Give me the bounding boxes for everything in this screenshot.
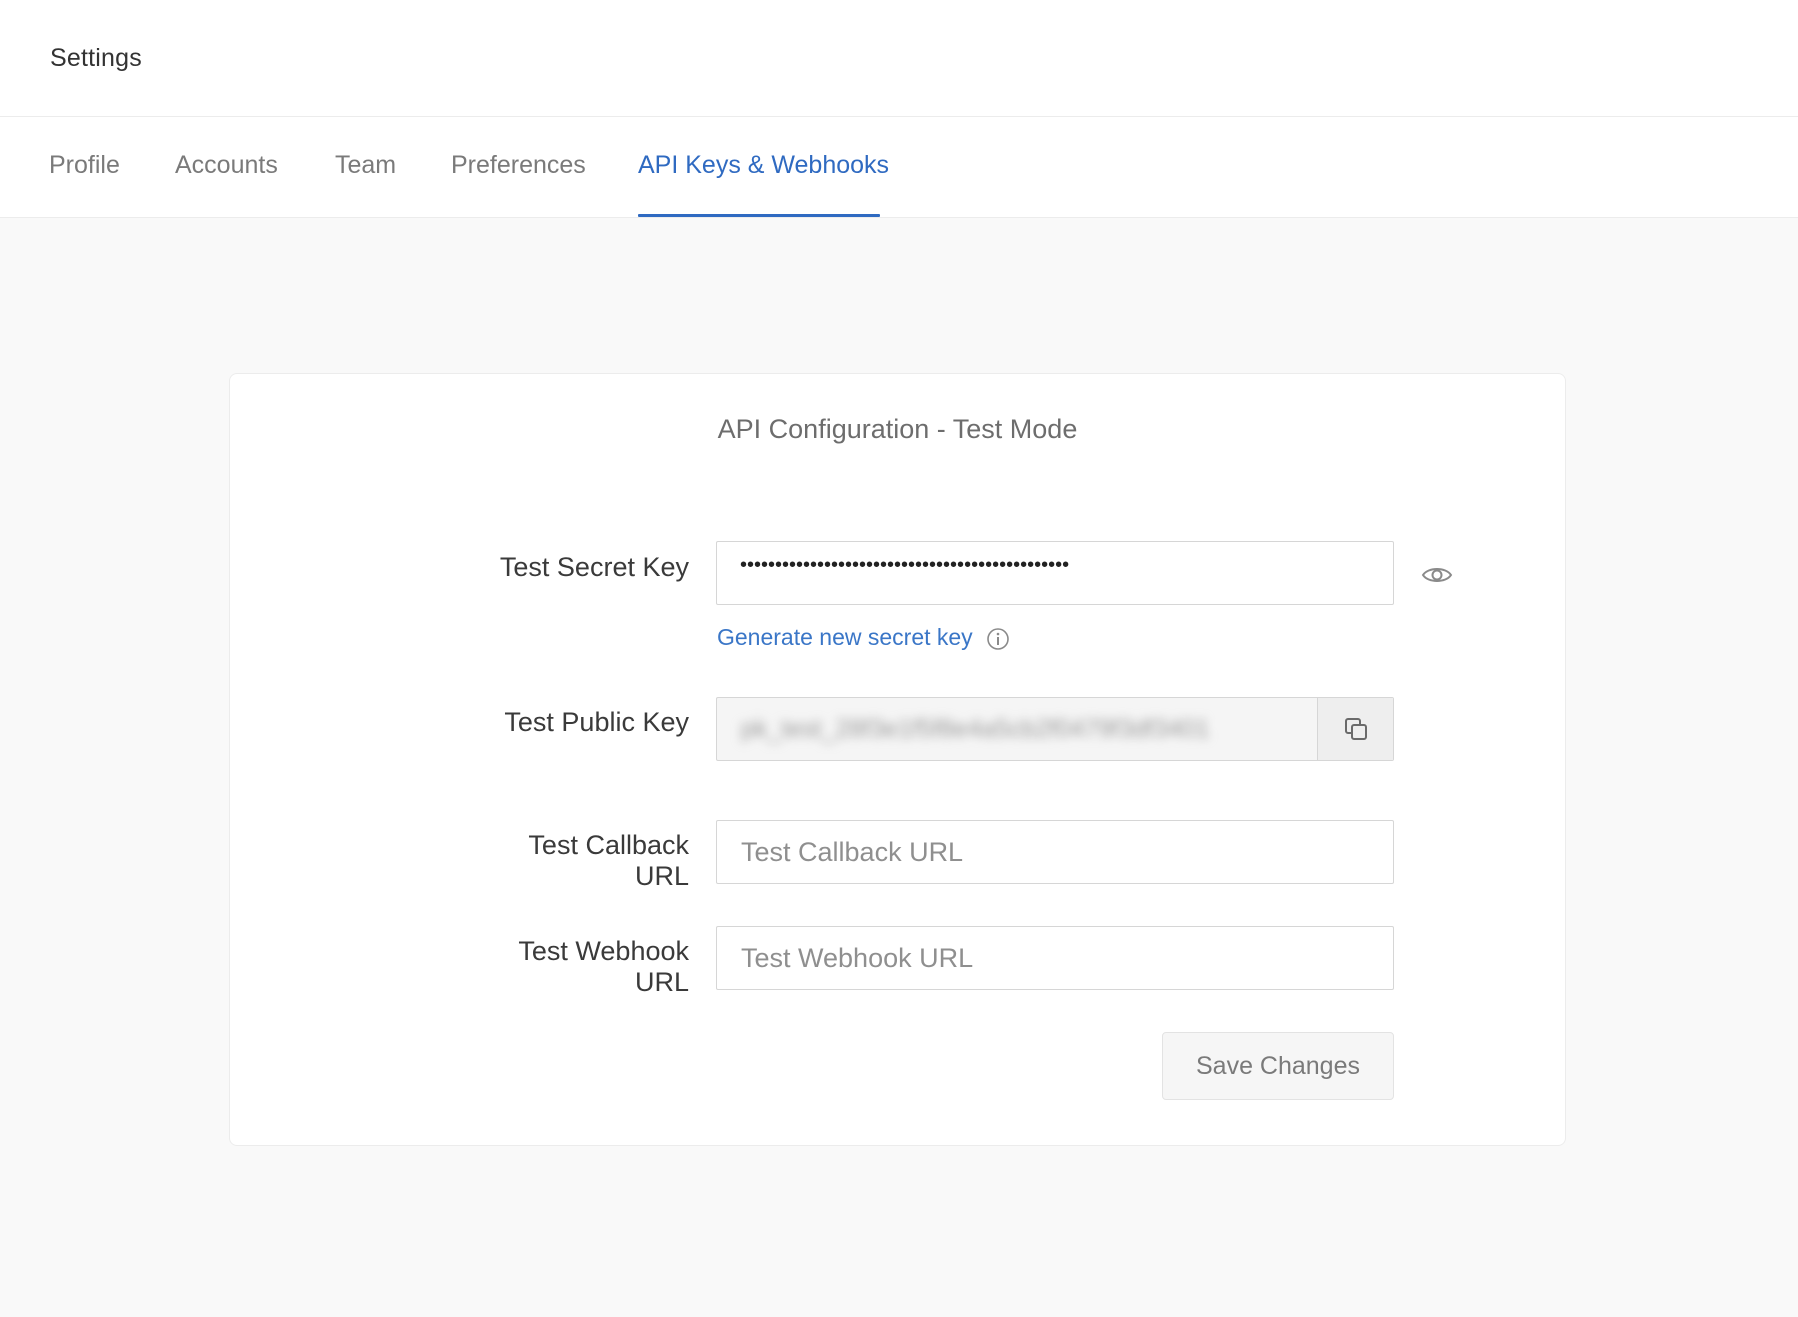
webhook-url-input[interactable] bbox=[716, 926, 1394, 990]
save-changes-button[interactable]: Save Changes bbox=[1162, 1032, 1394, 1100]
callback-url-input[interactable] bbox=[716, 820, 1394, 884]
card-title: API Configuration - Test Mode bbox=[717, 414, 1078, 444]
callback-url-label: Test Callback URL bbox=[528, 830, 689, 891]
page-title: Settings bbox=[50, 44, 142, 72]
info-icon[interactable] bbox=[986, 627, 1010, 651]
api-configuration-card: API Configuration - Test Mode Test Secre… bbox=[229, 373, 1566, 1146]
eye-icon[interactable] bbox=[1421, 559, 1453, 591]
webhook-url-label: Test Webhook URL bbox=[518, 936, 689, 997]
tab-preferences[interactable]: Preferences bbox=[451, 151, 586, 180]
public-key-value: pk_test_28f3e1f5f8e4a5cb2f0479f3df3401 bbox=[741, 715, 1210, 743]
tab-team[interactable]: Team bbox=[335, 151, 396, 180]
secret-key-label: Test Secret Key bbox=[499, 552, 689, 582]
tab-accounts[interactable]: Accounts bbox=[175, 151, 278, 180]
secret-key-field[interactable] bbox=[716, 541, 1394, 605]
copy-public-key-button[interactable] bbox=[1317, 698, 1393, 760]
public-key-label: Test Public Key bbox=[504, 707, 689, 737]
tab-api-keys-webhooks[interactable]: API Keys & Webhooks bbox=[638, 151, 889, 180]
settings-tabs: Profile Accounts Team Preferences API Ke… bbox=[0, 117, 1798, 218]
tab-profile[interactable]: Profile bbox=[49, 151, 120, 180]
active-tab-indicator bbox=[638, 214, 880, 217]
settings-header: Settings bbox=[0, 0, 1798, 117]
public-key-field[interactable]: pk_test_28f3e1f5f8e4a5cb2f0479f3df3401 bbox=[716, 697, 1394, 761]
generate-secret-key-link[interactable]: Generate new secret key bbox=[717, 624, 973, 651]
copy-icon bbox=[1344, 718, 1367, 740]
